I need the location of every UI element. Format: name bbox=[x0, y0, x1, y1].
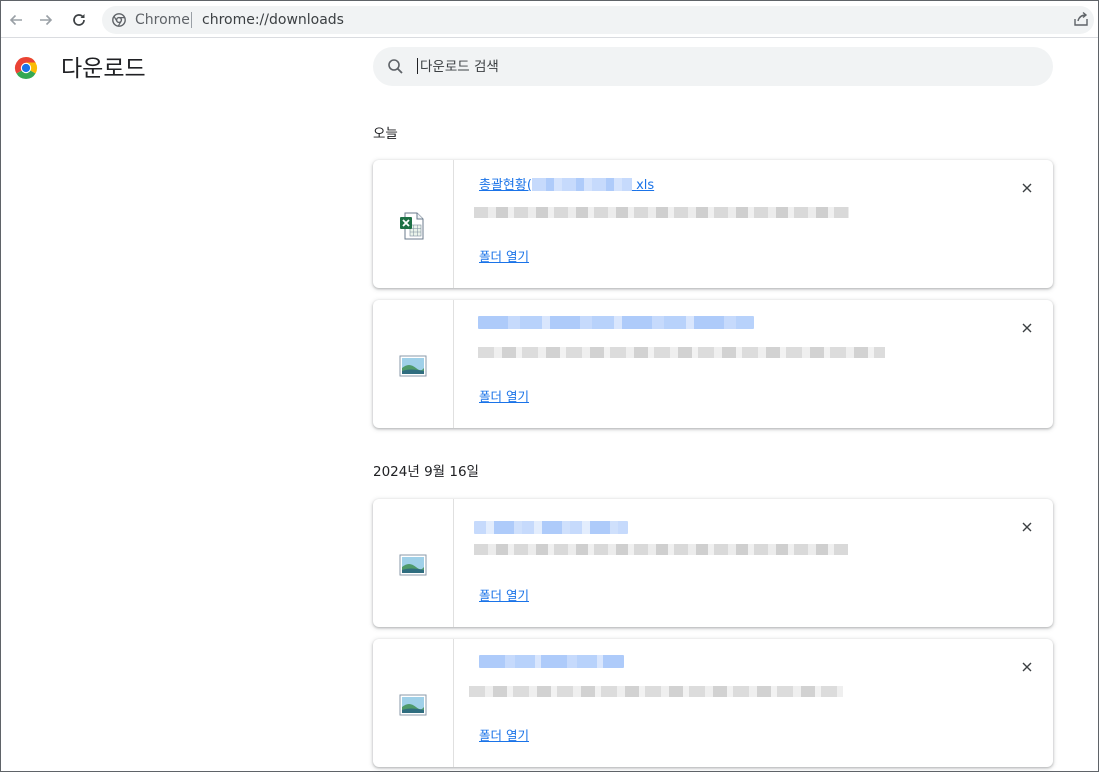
redacted-file-details bbox=[478, 347, 885, 358]
file-name-prefix: 총괄현황( bbox=[479, 178, 532, 193]
remove-button[interactable] bbox=[1018, 319, 1036, 337]
page-title: 다운로드 bbox=[61, 56, 146, 82]
forward-button[interactable] bbox=[33, 7, 59, 33]
close-icon bbox=[1022, 662, 1032, 672]
omnibox-separator bbox=[191, 12, 192, 28]
search-icon bbox=[388, 59, 403, 74]
download-item: 폴더 열기 bbox=[373, 639, 1053, 767]
file-icon-column bbox=[373, 499, 454, 627]
redacted-file-details bbox=[469, 686, 843, 697]
download-item: 폴더 열기 bbox=[373, 300, 1053, 428]
date-heading: 2024년 9월 16일 bbox=[373, 464, 479, 480]
excel-file-icon bbox=[400, 212, 424, 240]
close-icon bbox=[1022, 323, 1032, 333]
chrome-site-icon bbox=[112, 13, 126, 27]
address-bar[interactable]: Chrome chrome://downloads bbox=[102, 6, 1094, 34]
redacted-file-details bbox=[474, 544, 848, 555]
chrome-logo-icon bbox=[14, 57, 38, 80]
remove-button[interactable] bbox=[1018, 179, 1036, 197]
date-heading-today: 오늘 bbox=[373, 126, 398, 142]
back-button[interactable] bbox=[3, 7, 29, 33]
download-item: 폴더 열기 bbox=[373, 499, 1053, 627]
file-name-link[interactable]: 총괄현황( xls bbox=[479, 178, 654, 194]
redacted-file-details bbox=[474, 207, 849, 218]
file-icon-column bbox=[373, 639, 454, 767]
close-icon bbox=[1022, 183, 1032, 193]
browser-toolbar: Chrome chrome://downloads bbox=[1, 1, 1098, 38]
open-folder-link[interactable]: 폴더 열기 bbox=[479, 389, 529, 405]
browser-window: Chrome chrome://downloads 다운로드 오늘 bbox=[0, 0, 1099, 772]
remove-button[interactable] bbox=[1018, 518, 1036, 536]
search-box[interactable] bbox=[373, 47, 1053, 86]
open-folder-link[interactable]: 폴더 열기 bbox=[479, 588, 529, 604]
share-button[interactable] bbox=[1072, 10, 1092, 30]
forward-arrow-icon bbox=[40, 14, 53, 26]
redacted-file-name[interactable] bbox=[478, 316, 754, 329]
back-arrow-icon bbox=[9, 14, 22, 26]
reload-icon bbox=[73, 14, 85, 26]
image-file-icon bbox=[399, 554, 427, 576]
site-chip-label: Chrome bbox=[135, 12, 190, 28]
file-icon-column bbox=[373, 160, 454, 288]
close-icon bbox=[1022, 522, 1032, 532]
image-file-icon bbox=[399, 694, 427, 716]
redacted-file-name[interactable] bbox=[479, 655, 624, 668]
search-input[interactable] bbox=[417, 55, 1017, 78]
image-file-icon bbox=[399, 355, 427, 377]
open-folder-link[interactable]: 폴더 열기 bbox=[479, 249, 529, 265]
url-text[interactable]: chrome://downloads bbox=[202, 11, 344, 29]
share-icon bbox=[1074, 11, 1088, 26]
open-folder-link[interactable]: 폴더 열기 bbox=[479, 728, 529, 744]
download-item: 총괄현황( xls 폴더 열기 bbox=[373, 160, 1053, 288]
redacted-file-name[interactable] bbox=[474, 521, 628, 534]
reload-button[interactable] bbox=[66, 7, 92, 33]
redacted-file-name bbox=[531, 178, 632, 191]
file-name-extension: xls bbox=[636, 178, 655, 193]
remove-button[interactable] bbox=[1018, 658, 1036, 676]
file-icon-column bbox=[373, 300, 454, 428]
